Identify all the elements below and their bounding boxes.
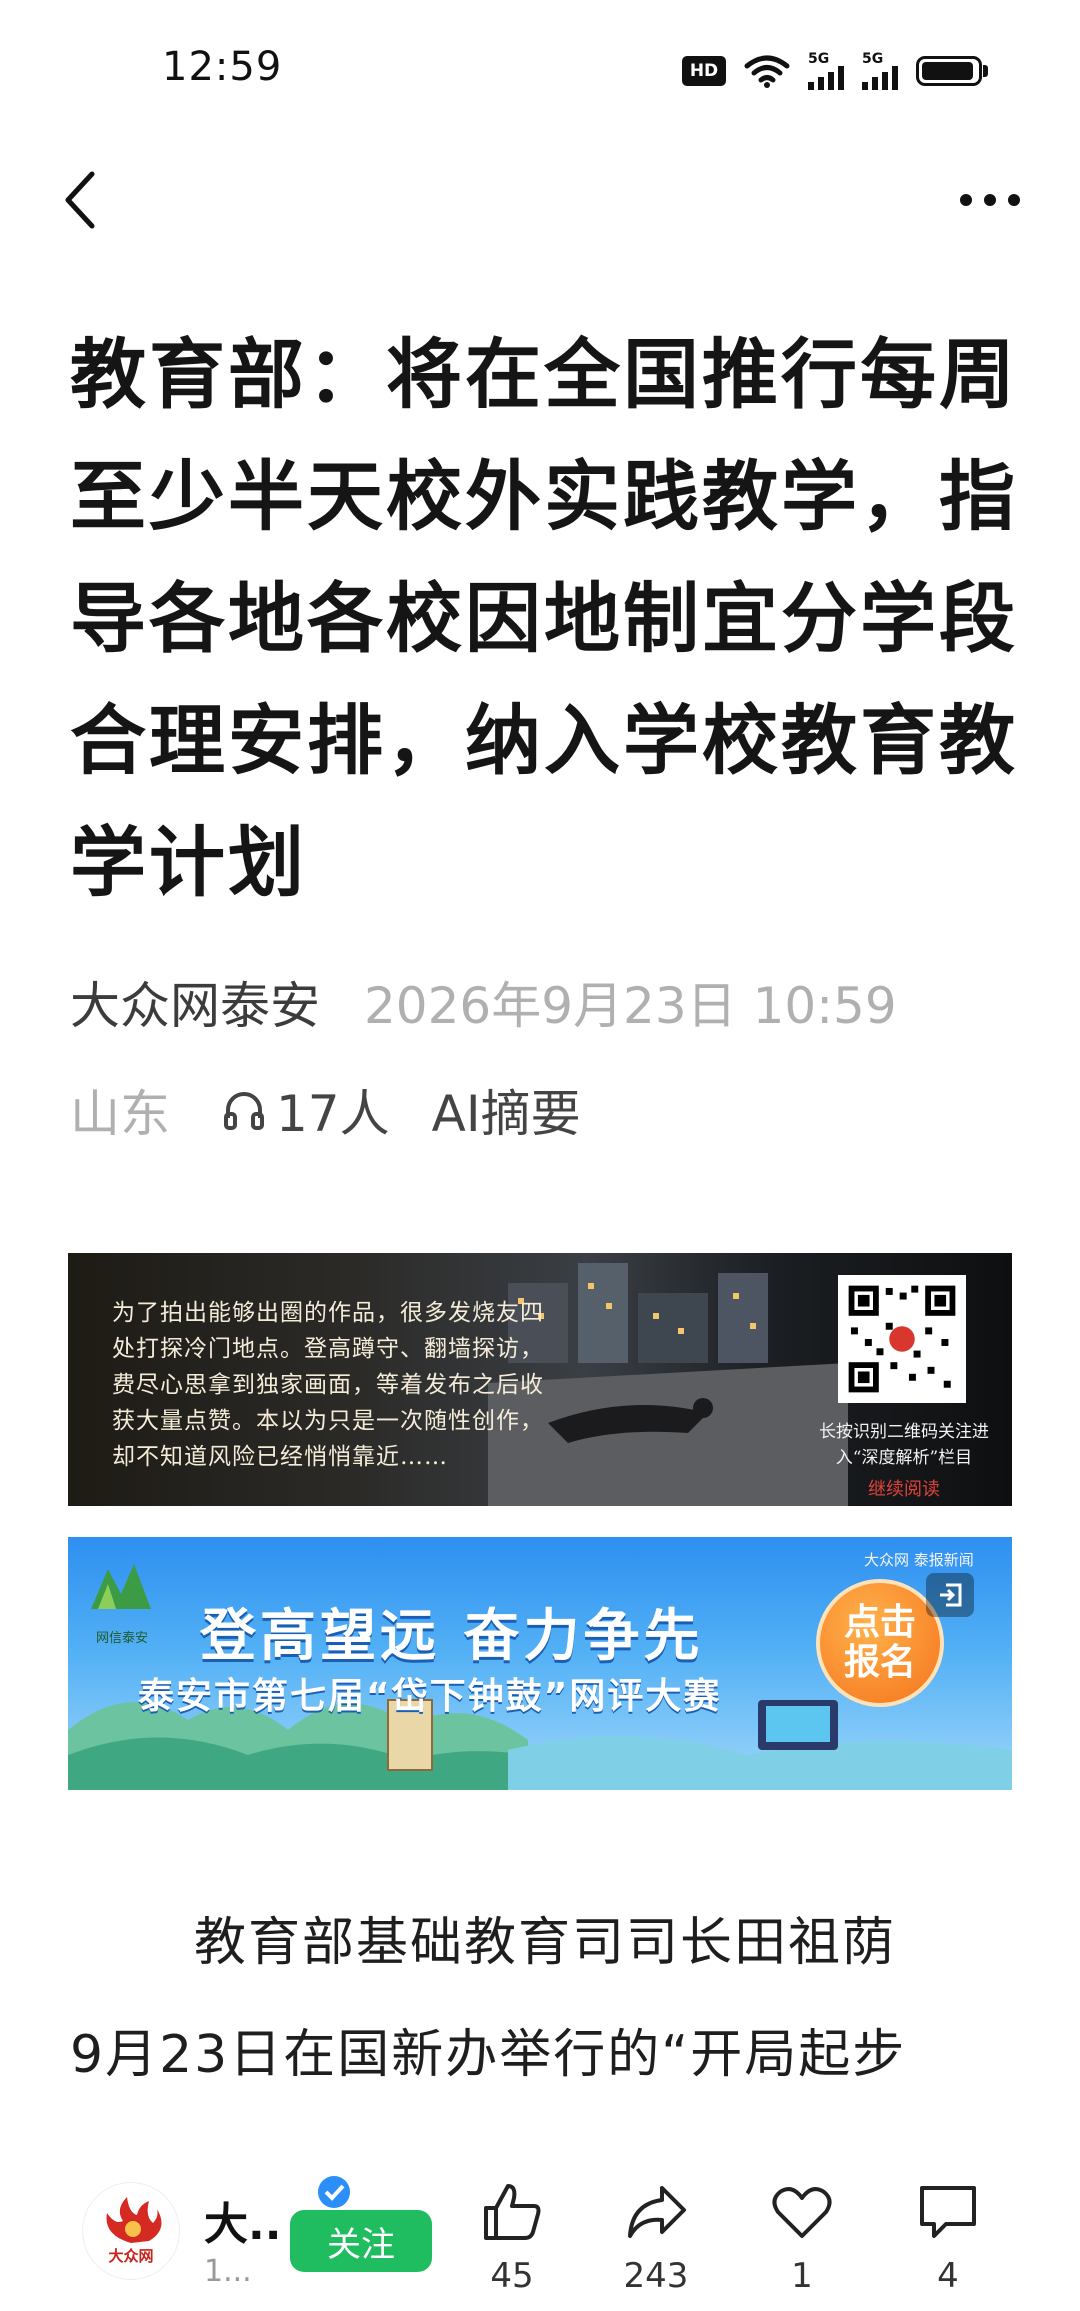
banner-brand: 大众网 泰报新闻 <box>864 1551 974 1569</box>
follow-button[interactable]: 关注 <box>290 2210 432 2272</box>
cell-signal-1: 5G <box>808 52 844 90</box>
qr-code-image <box>838 1275 966 1403</box>
ad-banner-contest[interactable]: 网信泰安 大众网 泰报新闻 登高望远 奋力争先 泰安市第七届“岱下钟鼓”网评大赛… <box>68 1537 1012 1790</box>
banner-story-text: 为了拍出能够出圈的作品，很多发烧友四处打探冷门地点。登高蹲守、翻墙探访，费尽心思… <box>112 1300 544 1470</box>
listener-count: 17人 <box>276 1085 390 1143</box>
author-avatar[interactable]: 大众网 <box>82 2182 180 2280</box>
body-paragraph-line: 教育部基础教育司司长田祖荫 <box>194 1913 897 1973</box>
comment-icon <box>920 2186 976 2238</box>
heart-icon <box>772 2187 832 2238</box>
share-icon <box>628 2186 686 2238</box>
cell-signal-2: 5G <box>862 52 898 90</box>
exit-icon <box>940 1583 962 1607</box>
more-dot <box>984 194 996 206</box>
signal-bars-icon <box>808 66 844 90</box>
publish-time: 2026年9月23日 10:59 <box>364 977 897 1035</box>
share-button[interactable]: 243 <box>606 2180 706 2296</box>
qr-caption: 长按识别二维码关注进入“深度解析”栏目 <box>819 1422 989 1468</box>
status-icons: HD 5G 5G <box>682 52 988 90</box>
status-time: 12:59 <box>162 44 283 90</box>
signup-line-2: 报名 <box>843 1642 916 1683</box>
like-button[interactable]: 45 <box>462 2180 562 2296</box>
battery-icon <box>916 56 988 86</box>
avatar-text: 大众网 <box>108 2247 154 2265</box>
back-button[interactable] <box>40 160 120 240</box>
more-dots-icon <box>960 194 972 206</box>
body-paragraph-line: 9月23日在国新办举行的“开局起步 <box>70 2025 907 2085</box>
comment-count: 4 <box>937 2256 959 2296</box>
signup-button[interactable]: 点击 报名 <box>816 1579 944 1707</box>
like-count: 45 <box>490 2256 534 2296</box>
author-subtitle: 1... <box>204 2254 252 2289</box>
top-nav <box>0 150 1080 250</box>
logo-label: 网信泰安 <box>95 1631 148 1646</box>
article-meta: 大众网泰安 2026年9月23日 10:59 <box>70 966 897 1038</box>
wifi-icon <box>744 55 790 88</box>
signup-line-1: 点击 <box>843 1602 916 1643</box>
wangxin-taian-logo <box>91 1564 151 1609</box>
article-body: 教育部基础教育司司长田祖荫 9月23日在国新办举行的“开局起步 <box>70 1887 1020 2111</box>
listen-button[interactable]: 17人 <box>222 1074 390 1146</box>
ai-summary-button[interactable]: AI摘要 <box>432 1074 581 1146</box>
hd-badge: HD <box>682 56 726 86</box>
author-name[interactable]: 大.. <box>204 2188 281 2252</box>
headphones-icon <box>224 1092 264 1130</box>
more-dot <box>1008 194 1020 206</box>
chevron-left-icon <box>65 171 95 229</box>
status-bar: 12:59 HD 5G 5G <box>0 0 1080 140</box>
contest-headline: 登高望远 奋力争先 <box>200 1604 704 1669</box>
article-title: 教育部：将在全国推行每周至少半天校外实践教学，指导各地各校因地制宜分学段合理安排… <box>70 330 1018 907</box>
favorite-button[interactable]: 1 <box>752 2180 852 2296</box>
location-label: 山东 <box>70 1085 170 1143</box>
article-meta-2: 山东 17人 AI摘要 <box>70 1074 581 1146</box>
continue-reading-link[interactable]: 继续阅读 <box>804 1475 1004 1501</box>
more-button[interactable] <box>940 160 1040 240</box>
contest-subline: 泰安市第七届“岱下钟鼓”网评大赛 <box>138 1676 722 1717</box>
thumbs-up-icon <box>484 2184 541 2240</box>
share-count: 243 <box>623 2256 689 2296</box>
signal-bars-icon <box>862 66 898 90</box>
exit-ad-button[interactable] <box>926 1573 974 1617</box>
dazhong-logo <box>106 2197 162 2243</box>
bottom-action-bar: 大众网 大.. 1... 关注 45 243 1 4 <box>0 2160 1080 2311</box>
verified-badge-icon <box>318 2176 350 2208</box>
comment-button[interactable]: 4 <box>898 2180 998 2296</box>
source-link[interactable]: 大众网泰安 <box>70 966 320 1038</box>
ad-banner-photography[interactable]: 为了拍出能够出圈的作品，很多发烧友四处打探冷门地点。登高蹲守、翻墙探访，费尽心思… <box>68 1253 1012 1506</box>
favorite-count: 1 <box>791 2256 813 2296</box>
